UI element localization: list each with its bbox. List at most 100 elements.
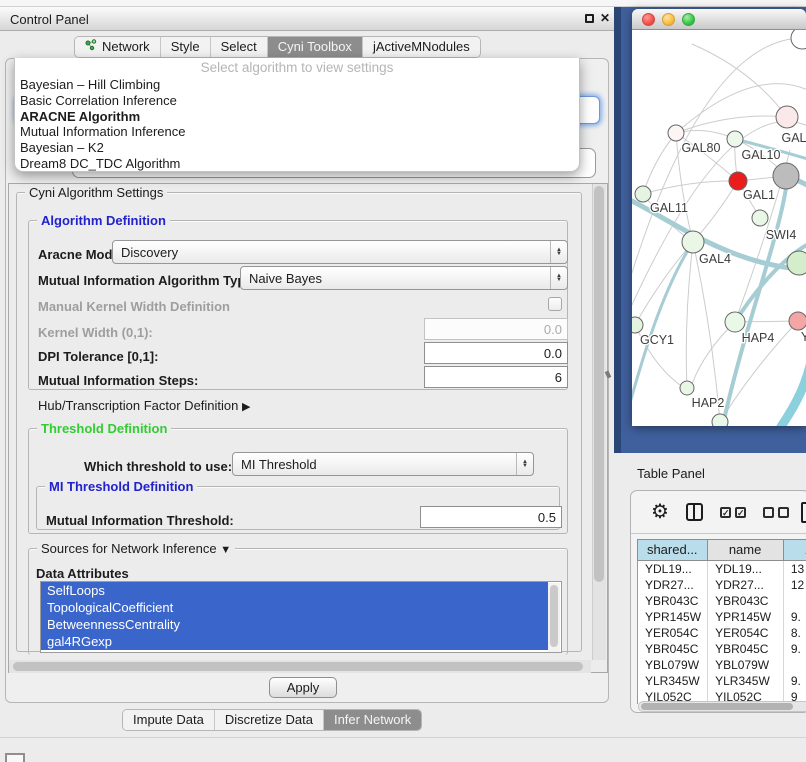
dpi-tolerance-field[interactable]: 0.0 bbox=[424, 342, 568, 364]
column-header-name[interactable]: name bbox=[708, 539, 784, 561]
which-threshold-value: MI Threshold bbox=[241, 457, 317, 472]
network-node[interactable] bbox=[773, 163, 799, 189]
network-node-gal4[interactable] bbox=[682, 231, 704, 253]
zoom-window-icon[interactable] bbox=[682, 13, 695, 26]
sources-group-title[interactable]: Sources for Network Inference ▼ bbox=[37, 541, 235, 556]
attributes-scrollbar[interactable] bbox=[548, 583, 560, 653]
network-node-gal[interactable] bbox=[776, 106, 798, 128]
network-window-titlebar[interactable] bbox=[632, 9, 806, 30]
table-row[interactable]: YPR145WYPR145W9. bbox=[638, 609, 806, 625]
document-icon[interactable] bbox=[801, 502, 806, 523]
table-horizontal-scrollbar-thumb[interactable] bbox=[641, 703, 793, 710]
bottom-tab-discretize-data[interactable]: Discretize Data bbox=[214, 710, 323, 730]
table-panel-title: Table Panel bbox=[637, 466, 705, 481]
algorithm-option-aracne-algorithm[interactable]: ARACNE Algorithm bbox=[15, 109, 579, 125]
bottom-tab-infer-network[interactable]: Infer Network bbox=[323, 710, 421, 730]
network-node-hap4[interactable] bbox=[725, 312, 745, 332]
settings-vertical-scrollbar-thumb[interactable] bbox=[594, 186, 604, 582]
table-horizontal-scrollbar[interactable] bbox=[638, 701, 806, 712]
network-node-hap2[interactable] bbox=[680, 381, 694, 395]
close-icon[interactable]: ✕ bbox=[600, 11, 610, 25]
apply-button[interactable]: Apply bbox=[269, 677, 337, 698]
mi-threshold-field[interactable]: 0.5 bbox=[420, 506, 562, 528]
attribute-item-betweennesscentrality[interactable]: BetweennessCentrality bbox=[41, 616, 548, 633]
mi-type-combobox[interactable]: Naive Bayes ▲▼ bbox=[240, 266, 568, 290]
minimize-window-icon[interactable] bbox=[662, 13, 675, 26]
tab-style[interactable]: Style bbox=[160, 37, 210, 57]
algorithm-option-mutual-information-inference[interactable]: Mutual Information Inference bbox=[15, 124, 579, 140]
network-edge[interactable] bbox=[686, 242, 693, 388]
table-row[interactable]: YER054CYER054C8. bbox=[638, 625, 806, 641]
table-row[interactable]: YDR27...YDR27...12 bbox=[638, 577, 806, 593]
bottom-tab-discretize-data-label: Discretize Data bbox=[225, 710, 313, 730]
network-edge[interactable] bbox=[692, 322, 735, 384]
network-node-gal11[interactable] bbox=[635, 186, 651, 202]
algorithm-dropdown-items: Bayesian – Hill ClimbingBasic Correlatio… bbox=[15, 77, 579, 172]
minimized-panel-icon[interactable] bbox=[5, 753, 25, 762]
tab-network[interactable]: Network bbox=[75, 37, 160, 57]
tab-jactivemnodules-label: jActiveMNodules bbox=[373, 37, 470, 57]
algorithm-option-bayesian-k2[interactable]: Bayesian – K2 bbox=[15, 140, 579, 156]
table-cell: 12 bbox=[784, 577, 806, 593]
table-cell: YDR27... bbox=[638, 577, 708, 593]
network-edge[interactable] bbox=[693, 242, 720, 422]
tab-network-label: Network bbox=[102, 37, 150, 57]
network-node-y[interactable] bbox=[789, 312, 806, 330]
gear-icon[interactable]: ⚙ bbox=[651, 502, 669, 522]
close-window-icon[interactable] bbox=[642, 13, 655, 26]
table-row[interactable]: YLR345WYLR345W9. bbox=[638, 673, 806, 689]
network-node-gal10[interactable] bbox=[727, 131, 743, 147]
tab-select[interactable]: Select bbox=[210, 37, 267, 57]
tab-cyni-toolbox[interactable]: Cyni Toolbox bbox=[267, 37, 362, 57]
mi-type-value: Naive Bayes bbox=[249, 271, 322, 286]
network-graph[interactable]: GALGAL80GAL10GAL1GAL11SWI4GAL4GCY1HAP4YH… bbox=[632, 30, 806, 426]
network-node-gcy1[interactable] bbox=[632, 317, 643, 333]
network-node[interactable] bbox=[787, 251, 806, 275]
attribute-item-gal4rgexp[interactable]: gal4RGexp bbox=[41, 633, 548, 650]
network-node-label-hap2: HAP2 bbox=[692, 396, 725, 410]
network-node-label-swi4: SWI4 bbox=[766, 228, 797, 242]
attributes-scrollbar-thumb[interactable] bbox=[550, 585, 558, 647]
hub-section-toggle[interactable]: Hub/Transcription Factor Definition ▶ bbox=[38, 398, 250, 413]
table-row[interactable]: YBR045CYBR045C9. bbox=[638, 641, 806, 657]
network-edge[interactable] bbox=[643, 181, 738, 194]
control-panel-tabs: Network Style Select Cyni Toolbox jActiveMNo… bbox=[74, 36, 481, 58]
float-window-icon[interactable] bbox=[585, 14, 594, 23]
tab-jactivemnodules[interactable]: jActiveMNodules bbox=[362, 37, 480, 57]
table-row[interactable]: YDL19...YDL19...13 bbox=[638, 561, 806, 577]
tab-select-label: Select bbox=[221, 37, 257, 57]
algorithm-dropdown-prompt: Select algorithm to view settings bbox=[15, 58, 579, 77]
column-header-a[interactable]: A bbox=[784, 539, 806, 561]
table-row[interactable]: YBL079WYBL079W bbox=[638, 657, 806, 673]
table-cell: YBR045C bbox=[638, 641, 708, 657]
bottom-tab-impute-data[interactable]: Impute Data bbox=[123, 710, 214, 730]
network-node[interactable] bbox=[712, 414, 728, 426]
manual-kernel-checkbox[interactable] bbox=[548, 297, 562, 311]
split-columns-icon[interactable] bbox=[686, 503, 703, 521]
algorithm-option-bayesian-hill-climbing[interactable]: Bayesian – Hill Climbing bbox=[15, 77, 579, 93]
kernel-width-label: Kernel Width (0,1): bbox=[38, 325, 153, 340]
algorithm-option-dream8-dc-tdc-algorithm[interactable]: Dream8 DC_TDC Algorithm bbox=[15, 156, 579, 172]
bottom-tab-impute-data-label: Impute Data bbox=[133, 710, 204, 730]
cyni-settings-group-title: Cyni Algorithm Settings bbox=[25, 185, 167, 200]
network-node-swi4[interactable] bbox=[752, 210, 768, 226]
network-node-gal80[interactable] bbox=[668, 125, 684, 141]
which-threshold-combobox[interactable]: MI Threshold ▲▼ bbox=[232, 452, 534, 476]
aracne-mode-combobox[interactable]: Discovery ▲▼ bbox=[112, 240, 568, 264]
spinner-arrows-icon: ▲▼ bbox=[550, 267, 567, 289]
mi-steps-field[interactable]: 6 bbox=[424, 366, 568, 388]
column-header-shared-[interactable]: shared... bbox=[637, 539, 708, 561]
attribute-item-topologicalcoefficient[interactable]: TopologicalCoefficient bbox=[41, 599, 548, 616]
table-row[interactable]: YBR043CYBR043C bbox=[638, 593, 806, 609]
network-edge[interactable] bbox=[643, 133, 676, 194]
network-edge[interactable] bbox=[780, 352, 806, 426]
network-edge[interactable] bbox=[692, 44, 787, 117]
settings-horizontal-scrollbar-thumb[interactable] bbox=[13, 662, 583, 671]
network-node[interactable] bbox=[791, 30, 806, 49]
unchecked-boxes-icon[interactable] bbox=[763, 507, 789, 518]
algorithm-option-basic-correlation-inference[interactable]: Basic Correlation Inference bbox=[15, 93, 579, 109]
checked-boxes-icon[interactable]: ✓✓ bbox=[720, 507, 746, 518]
attribute-item-selfloops[interactable]: SelfLoops bbox=[41, 582, 548, 599]
network-edge[interactable] bbox=[676, 131, 735, 139]
kernel-width-field[interactable]: 0.0 bbox=[424, 318, 568, 340]
